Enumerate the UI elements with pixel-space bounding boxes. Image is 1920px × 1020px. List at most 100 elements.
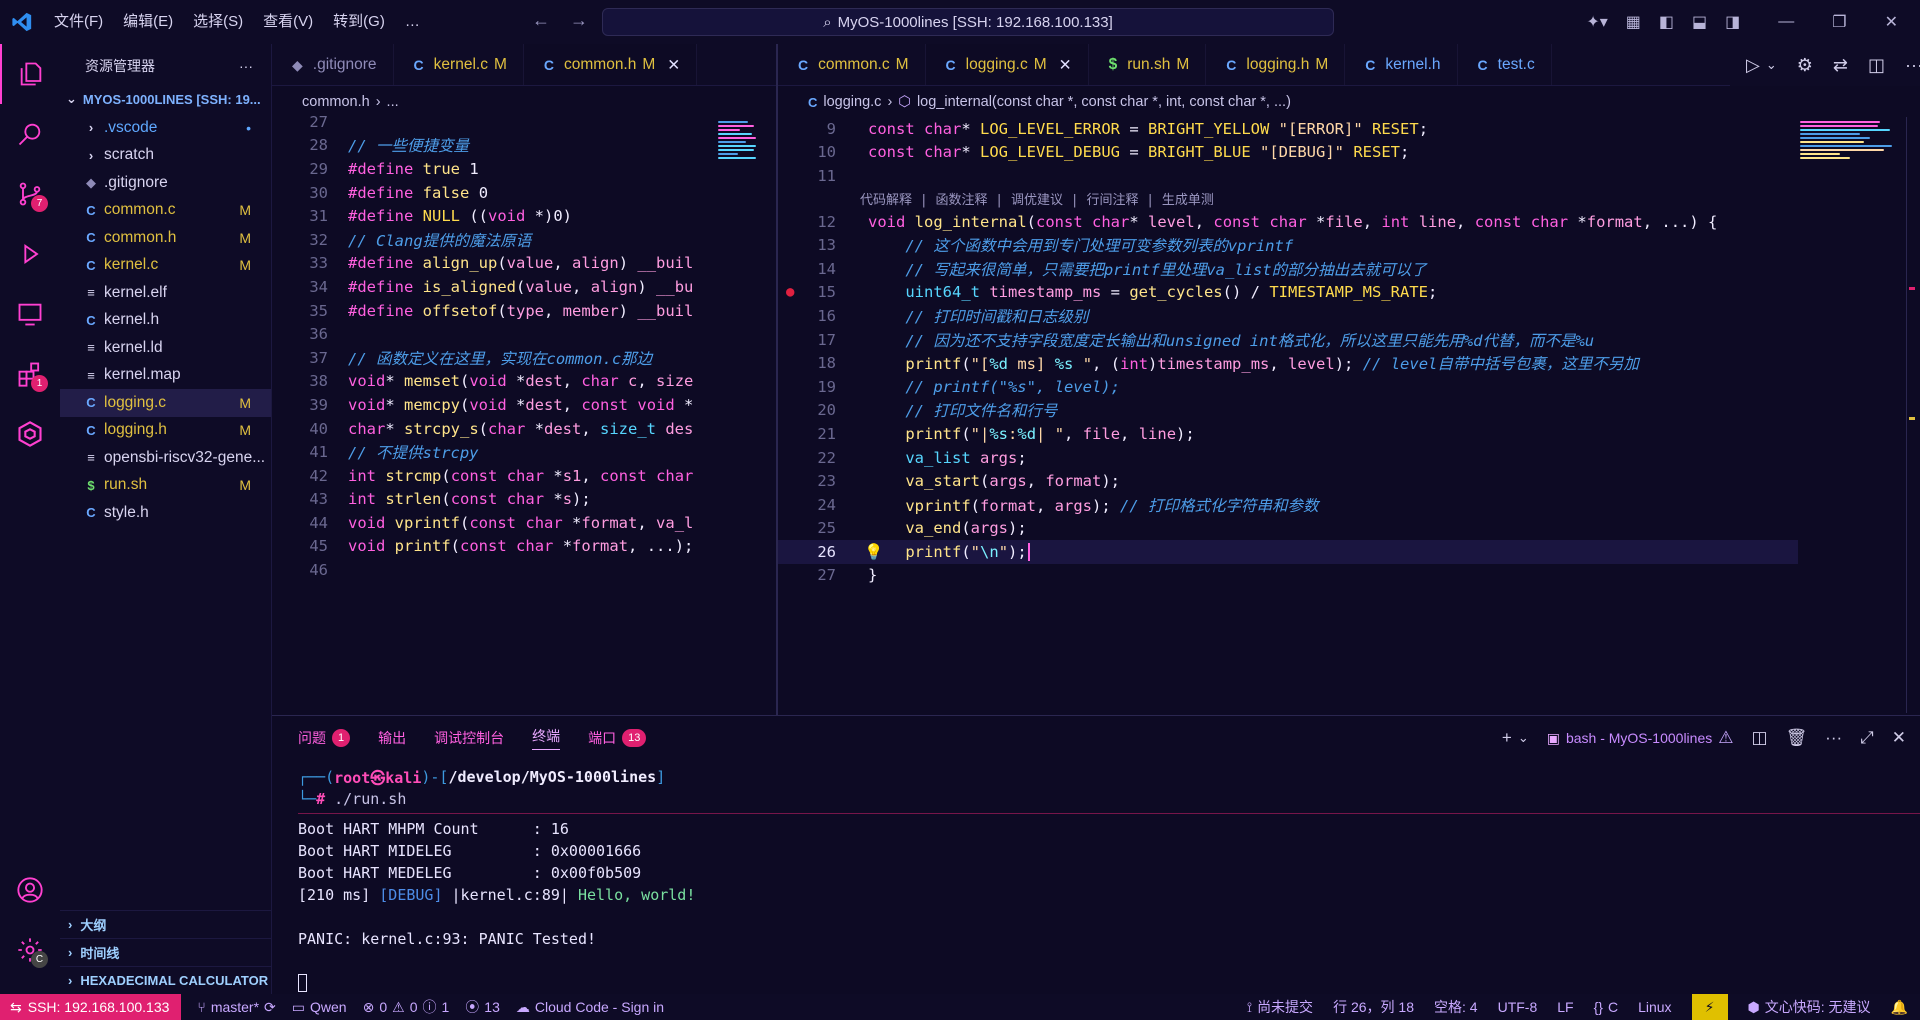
editor-tab[interactable]: Ccommon.c M — [778, 44, 926, 85]
encoding[interactable]: UTF-8 — [1498, 999, 1538, 1015]
breadcrumb-function[interactable]: log_internal(const char *, const char *,… — [917, 94, 1291, 110]
explorer-icon[interactable] — [0, 44, 60, 104]
notifications-bell-icon[interactable]: 🔔 — [1891, 999, 1908, 1016]
chevron-down-icon[interactable]: ⌄ — [1518, 730, 1529, 746]
wenxin-indicator[interactable]: ⬢ 文心快码: 无建议 — [1748, 997, 1871, 1017]
back-arrow-icon[interactable]: ← — [532, 10, 550, 31]
left-code-editor[interactable]: 27 28 // 一些便捷变量 29 #define true 1 30 #define f… — [272, 110, 710, 706]
close-tab-icon[interactable]: ✕ — [1059, 56, 1072, 75]
editor-tab[interactable]: $ run.sh M — [1089, 44, 1207, 85]
chevron-down-icon[interactable]: ⌄ — [1766, 57, 1777, 73]
command-center-search[interactable]: ⌕ MyOS-1000lines [SSH: 192.168.100.133] — [602, 8, 1334, 36]
search-icon[interactable] — [0, 104, 60, 164]
workspace-root[interactable]: ⌄ MYOS-1000LINES [SSH: 19... — [60, 88, 271, 110]
file-tree-item[interactable]: Clogging.c M — [60, 389, 271, 417]
right-minimap[interactable] — [1798, 117, 1902, 713]
file-tree-item[interactable]: ◆ .gitignore — [60, 169, 271, 197]
file-tree-item[interactable]: Clogging.h M — [60, 417, 271, 445]
cloud-code-indicator[interactable]: ☁ Cloud Code - Sign in — [516, 999, 664, 1016]
file-tree-item[interactable]: Cstyle.h — [60, 499, 271, 527]
manage-gear-icon[interactable]: C — [0, 920, 60, 980]
editor-tab[interactable]: ◆ .gitignore — [272, 44, 394, 85]
more-actions-icon[interactable]: ··· — [1825, 728, 1842, 748]
more-actions-icon[interactable]: ··· — [1905, 55, 1920, 76]
run-icon[interactable]: ▷ — [1746, 55, 1760, 76]
hexagon-extension-icon[interactable] — [0, 404, 60, 464]
file-tree-item[interactable]: Ccommon.c M — [60, 197, 271, 225]
menu-edit[interactable]: 编辑(E) — [113, 0, 183, 44]
panel-tab[interactable]: 调试控制台 — [434, 728, 504, 748]
panel-tab[interactable]: 终端 — [532, 726, 561, 750]
ports-indicator[interactable]: ⦿ 13 — [465, 997, 500, 1017]
file-tree-item[interactable]: › .vscode • — [60, 114, 271, 142]
file-tree-item[interactable]: ≡ opensbi-riscv32-gene... — [60, 444, 271, 472]
file-tree-item[interactable]: ≡ kernel.elf — [60, 279, 271, 307]
remote-indicator[interactable]: ⇆ SSH: 192.168.100.133 — [0, 994, 182, 1020]
file-tree-item[interactable]: $ run.sh M — [60, 472, 271, 500]
hex-calculator-section[interactable]: › HEXADECIMAL CALCULATOR — [60, 966, 272, 994]
menu-file[interactable]: 文件(F) — [44, 0, 113, 44]
editor-tab[interactable]: Ckernel.h — [1345, 44, 1458, 85]
file-tree-item[interactable]: ≡ kernel.ld — [60, 334, 271, 362]
more-actions-icon[interactable]: ··· — [239, 58, 253, 74]
lightbulb-icon[interactable]: 💡 — [864, 543, 883, 561]
panel-tab[interactable]: 问题 1 — [298, 728, 351, 748]
menu-selection[interactable]: 选择(S) — [183, 0, 253, 44]
maximize-panel-icon[interactable]: ⤢ — [1860, 728, 1874, 748]
trash-icon[interactable]: 🗑 — [1786, 728, 1808, 748]
file-tree-item[interactable]: Ccommon.h M — [60, 224, 271, 252]
close-panel-icon[interactable]: ✕ — [1892, 728, 1906, 748]
terminal[interactable]: ┌──(root㉿kali)-[/develop/MyOS-1000lines]… — [272, 760, 1920, 994]
terminal-name[interactable]: bash - MyOS-1000lines — [1566, 730, 1712, 746]
file-tree-item[interactable]: Ckernel.c M — [60, 252, 271, 280]
menu-view[interactable]: 查看(V) — [253, 0, 323, 44]
split-terminal-icon[interactable]: ◫ — [1752, 728, 1768, 748]
extensions-icon[interactable]: 1 — [0, 344, 60, 404]
editor-tab[interactable]: Clogging.c M ✕ — [925, 44, 1089, 85]
editor-tab[interactable]: Ccommon.h M ✕ — [523, 44, 698, 85]
forward-arrow-icon[interactable]: → — [570, 10, 588, 31]
layout-customize-icon[interactable]: ▦ — [1626, 12, 1641, 32]
editor-tab[interactable]: Ckernel.c M — [394, 44, 524, 85]
timeline-section[interactable]: › 时间线 — [60, 938, 272, 966]
editor-tab[interactable]: Clogging.h M — [1206, 44, 1346, 85]
settings-gear-icon[interactable]: ⚙ — [1797, 55, 1813, 76]
panel-tab[interactable]: 输出 — [378, 728, 406, 748]
source-control-icon[interactable]: 7 — [0, 164, 60, 224]
end-of-line[interactable]: LF — [1557, 999, 1573, 1015]
minimize-window-icon[interactable]: — — [1778, 13, 1794, 31]
editor-tab[interactable]: Ctest.c — [1458, 44, 1552, 85]
branch-indicator[interactable]: ⑂ master* ⟳ — [197, 999, 275, 1016]
file-tree-item[interactable]: ≡ kernel.map — [60, 362, 271, 390]
os-label[interactable]: Linux — [1638, 999, 1671, 1015]
toggle-panel-icon[interactable]: ⬓ — [1692, 12, 1707, 32]
menu-more[interactable]: … — [395, 0, 430, 44]
copilot-icon[interactable]: ✦▾ — [1586, 12, 1607, 32]
menu-go[interactable]: 转到(G) — [323, 0, 395, 44]
split-editor-icon[interactable]: ◫ — [1868, 55, 1885, 76]
new-terminal-icon[interactable]: + — [1502, 728, 1512, 748]
editor-scrollbar[interactable] — [1906, 117, 1916, 713]
commit-indicator[interactable]: ⟟ 尚未提交 — [1247, 997, 1313, 1017]
file-tree-item[interactable]: › scratch — [60, 142, 271, 170]
right-code-editor[interactable]: 9 const char* LOG_LEVEL_ERROR = BRIGHT_YE… — [778, 117, 1798, 713]
toggle-sidebar-icon[interactable]: ◧ — [1659, 12, 1674, 32]
breadcrumb-ellipsis[interactable]: ... — [387, 94, 399, 110]
outline-section[interactable]: › 大纲 — [60, 910, 272, 938]
run-debug-icon[interactable] — [0, 224, 60, 284]
codelens-actions[interactable]: 代码解释 | 函数注释 | 调优建议 | 行间注释 | 生成单测 — [778, 188, 1798, 210]
left-minimap[interactable] — [716, 117, 760, 713]
close-tab-icon[interactable]: ✕ — [667, 56, 680, 75]
toggle-secondary-sidebar-icon[interactable]: ◨ — [1725, 12, 1740, 32]
restore-window-icon[interactable]: ❐ — [1832, 12, 1846, 32]
compare-changes-icon[interactable]: ⇄ — [1833, 55, 1848, 76]
close-window-icon[interactable]: ✕ — [1885, 12, 1898, 32]
file-tree-item[interactable]: Ckernel.h — [60, 307, 271, 335]
qwen-indicator[interactable]: ▭ Qwen — [292, 999, 347, 1016]
breakpoint-icon[interactable]: ● — [786, 284, 800, 300]
language-mode[interactable]: {} C — [1594, 999, 1618, 1015]
indentation[interactable]: 空格: 4 — [1434, 997, 1478, 1017]
remote-explorer-icon[interactable] — [0, 284, 60, 344]
account-icon[interactable] — [0, 860, 60, 920]
cursor-position[interactable]: 行 26，列 18 — [1333, 997, 1414, 1017]
